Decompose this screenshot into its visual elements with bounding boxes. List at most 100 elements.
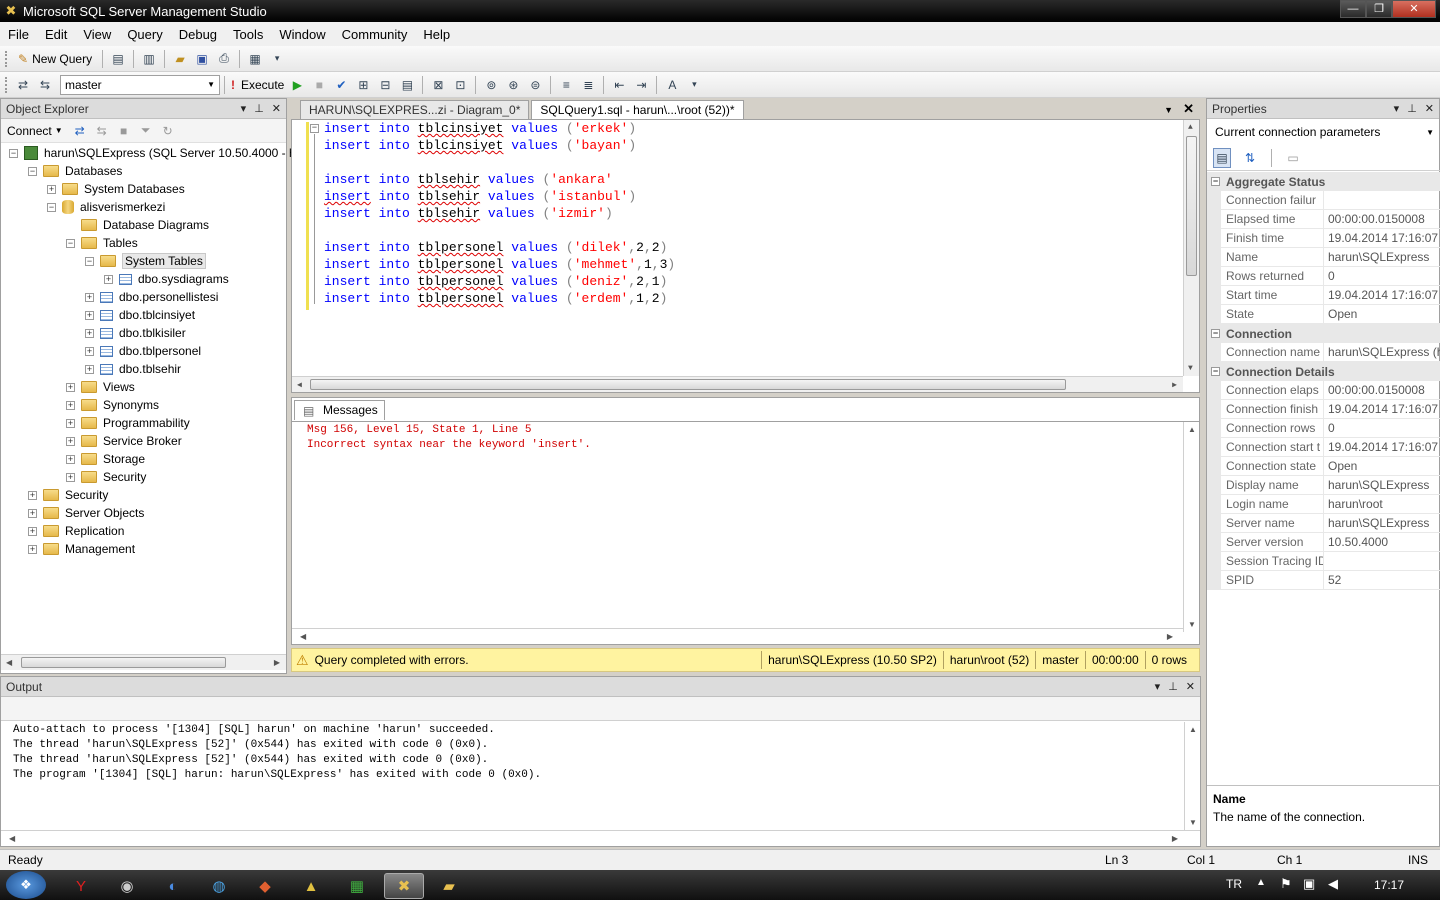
print-icon[interactable]: ⎙ xyxy=(215,49,233,69)
dropdown-icon[interactable]: ▾ xyxy=(241,102,247,115)
clock[interactable]: 17:17 xyxy=(1374,878,1404,892)
tree-node[interactable]: + Replication xyxy=(28,522,124,540)
maximize-button[interactable]: ❐ xyxy=(1366,0,1392,18)
client-stats-icon[interactable]: ⊡ xyxy=(451,75,469,95)
uncomment-icon[interactable]: ≣ xyxy=(579,75,597,95)
explorer-icon[interactable]: ▰ xyxy=(430,873,468,899)
property-category[interactable]: − Aggregate Status xyxy=(1207,172,1440,191)
menu-view[interactable]: View xyxy=(75,27,119,42)
menu-help[interactable]: Help xyxy=(415,27,458,42)
expand-icon[interactable]: + xyxy=(66,436,75,446)
tree-node[interactable]: − Databases xyxy=(28,162,122,180)
expand-icon[interactable]: + xyxy=(66,382,75,392)
menu-file[interactable]: File xyxy=(0,27,37,42)
tree-node[interactable]: − alisverismerkezi xyxy=(47,198,165,216)
execute-button[interactable]: ! Execute xyxy=(231,75,284,95)
connect-button[interactable]: Connect ▼ xyxy=(7,124,63,138)
tree-node[interactable]: + System Databases xyxy=(47,180,185,198)
expand-icon[interactable]: + xyxy=(28,544,37,554)
property-row[interactable]: Session Tracing ID xyxy=(1207,552,1440,571)
close-tab-icon[interactable]: ✕ xyxy=(1183,101,1194,117)
database-selector[interactable]: master ▼ xyxy=(60,74,220,95)
property-category[interactable]: − Connection xyxy=(1207,324,1440,343)
connect-icon[interactable]: ⇄ xyxy=(14,75,32,95)
connect-object-explorer-icon[interactable]: ⇄ xyxy=(71,121,89,141)
scrollbar-thumb[interactable] xyxy=(21,657,226,668)
property-row[interactable]: Elapsed time 00:00:00.0150008 xyxy=(1207,210,1440,229)
collapse-icon[interactable]: − xyxy=(1211,177,1220,186)
pin-icon[interactable]: ⊥ xyxy=(1168,680,1178,693)
property-row[interactable]: Connection elaps 00:00:00.0150008 xyxy=(1207,381,1440,400)
results-file-icon[interactable]: ⊜ xyxy=(526,75,544,95)
dropdown-icon[interactable]: ▾ xyxy=(1394,102,1400,115)
close-icon[interactable]: ✕ xyxy=(1186,680,1195,693)
expand-icon[interactable]: + xyxy=(104,274,113,284)
property-row[interactable]: Connection failur xyxy=(1207,191,1440,210)
tree-node[interactable]: + dbo.sysdiagrams xyxy=(104,270,229,288)
increase-indent-icon[interactable]: ⇥ xyxy=(632,75,650,95)
tree-node[interactable]: + Programmability xyxy=(66,414,190,432)
toolbar-overflow-icon[interactable]: ▾ xyxy=(268,49,286,69)
start-button-icon[interactable]: ❖ xyxy=(6,871,46,899)
refresh-icon[interactable]: ↻ xyxy=(159,121,177,141)
property-row[interactable]: State Open xyxy=(1207,305,1440,324)
tree-node[interactable]: + dbo.tblcinsiyet xyxy=(85,306,195,324)
collapse-icon[interactable]: − xyxy=(66,238,75,248)
property-row[interactable]: Server name harun\SQLExpress xyxy=(1207,514,1440,533)
change-connection-icon[interactable]: ⇆ xyxy=(36,75,54,95)
toolbar-grip[interactable] xyxy=(5,50,9,67)
pin-icon[interactable]: ⊥ xyxy=(1407,102,1417,115)
collapse-icon[interactable]: − xyxy=(1211,329,1220,338)
app-icon[interactable]: ▲ xyxy=(292,873,330,899)
tree-node[interactable]: − harun\SQLExpress (SQL Server 10.50.4000… xyxy=(9,144,302,162)
tree-node[interactable]: + Service Broker xyxy=(66,432,182,450)
toolbar-grip[interactable] xyxy=(5,76,9,93)
database-engine-query-icon[interactable]: ▤ xyxy=(109,49,127,69)
show-hidden-icons-icon[interactable]: ▲ xyxy=(1256,877,1266,888)
expand-icon[interactable]: + xyxy=(28,526,37,536)
ssms-taskbar-icon[interactable]: ✖ xyxy=(384,873,424,899)
tab-diagram[interactable]: HARUN\SQLEXPRES...zi - Diagram_0* xyxy=(300,100,530,119)
decrease-indent-icon[interactable]: ⇤ xyxy=(610,75,628,95)
expand-icon[interactable]: + xyxy=(85,310,94,320)
collapse-icon[interactable]: − xyxy=(1211,367,1220,376)
pin-icon[interactable]: ⊥ xyxy=(254,102,264,115)
expand-icon[interactable]: + xyxy=(85,328,94,338)
results-grid-icon[interactable]: ⊛ xyxy=(504,75,522,95)
expand-icon[interactable]: + xyxy=(66,418,75,428)
property-row[interactable]: Rows returned 0 xyxy=(1207,267,1440,286)
new-query-button[interactable]: ✎ New Query xyxy=(14,49,96,69)
close-icon[interactable]: ✕ xyxy=(1425,102,1434,115)
outline-collapse-icon[interactable]: − xyxy=(310,124,319,133)
app-icon[interactable]: ◍ xyxy=(200,873,238,899)
tab-messages[interactable]: ▤ Messages xyxy=(294,400,385,420)
yandex-browser-icon[interactable]: Y xyxy=(62,873,100,899)
dropdown-icon[interactable]: ▾ xyxy=(1155,680,1161,693)
app-icon[interactable]: ◉ xyxy=(108,873,146,899)
analysis-query-icon[interactable]: ▥ xyxy=(140,49,158,69)
volume-icon[interactable]: ◀ xyxy=(1328,876,1338,892)
property-row[interactable]: Connection start t 19.04.2014 17:16:07 xyxy=(1207,438,1440,457)
stop-icon[interactable]: ■ xyxy=(115,121,133,141)
language-indicator[interactable]: TR xyxy=(1226,877,1242,891)
property-row[interactable]: Connection name harun\SQLExpress (ha xyxy=(1207,343,1440,362)
tree-node[interactable]: + dbo.tblkisiler xyxy=(85,324,186,342)
tree-node[interactable]: − System Tables xyxy=(85,252,206,270)
parse-check-icon[interactable]: ✔ xyxy=(332,75,350,95)
estimated-plan-icon[interactable]: ⊞ xyxy=(354,75,372,95)
include-plan-icon[interactable]: ⊠ xyxy=(429,75,447,95)
property-row[interactable]: Start time 19.04.2014 17:16:07 xyxy=(1207,286,1440,305)
disconnect-icon[interactable]: ⇆ xyxy=(93,121,111,141)
sql-editor[interactable]: − insert into tblcinsiyet values ('erkek… xyxy=(291,119,1200,393)
expand-icon[interactable]: + xyxy=(85,292,94,302)
network-icon[interactable]: ▣ xyxy=(1303,876,1315,892)
tab-list-dropdown-icon[interactable]: ▼ xyxy=(1164,105,1173,115)
property-row[interactable]: Name harun\SQLExpress xyxy=(1207,248,1440,267)
tree-node[interactable]: − Tables xyxy=(66,234,138,252)
menu-debug[interactable]: Debug xyxy=(171,27,225,42)
output-vertical-scrollbar[interactable]: ▲ ▼ xyxy=(1184,722,1200,830)
tree-node[interactable]: + Storage xyxy=(66,450,145,468)
property-row[interactable]: Connection state Open xyxy=(1207,457,1440,476)
menu-tools[interactable]: Tools xyxy=(225,27,271,42)
toolbar-overflow-icon[interactable]: ▾ xyxy=(685,75,703,95)
